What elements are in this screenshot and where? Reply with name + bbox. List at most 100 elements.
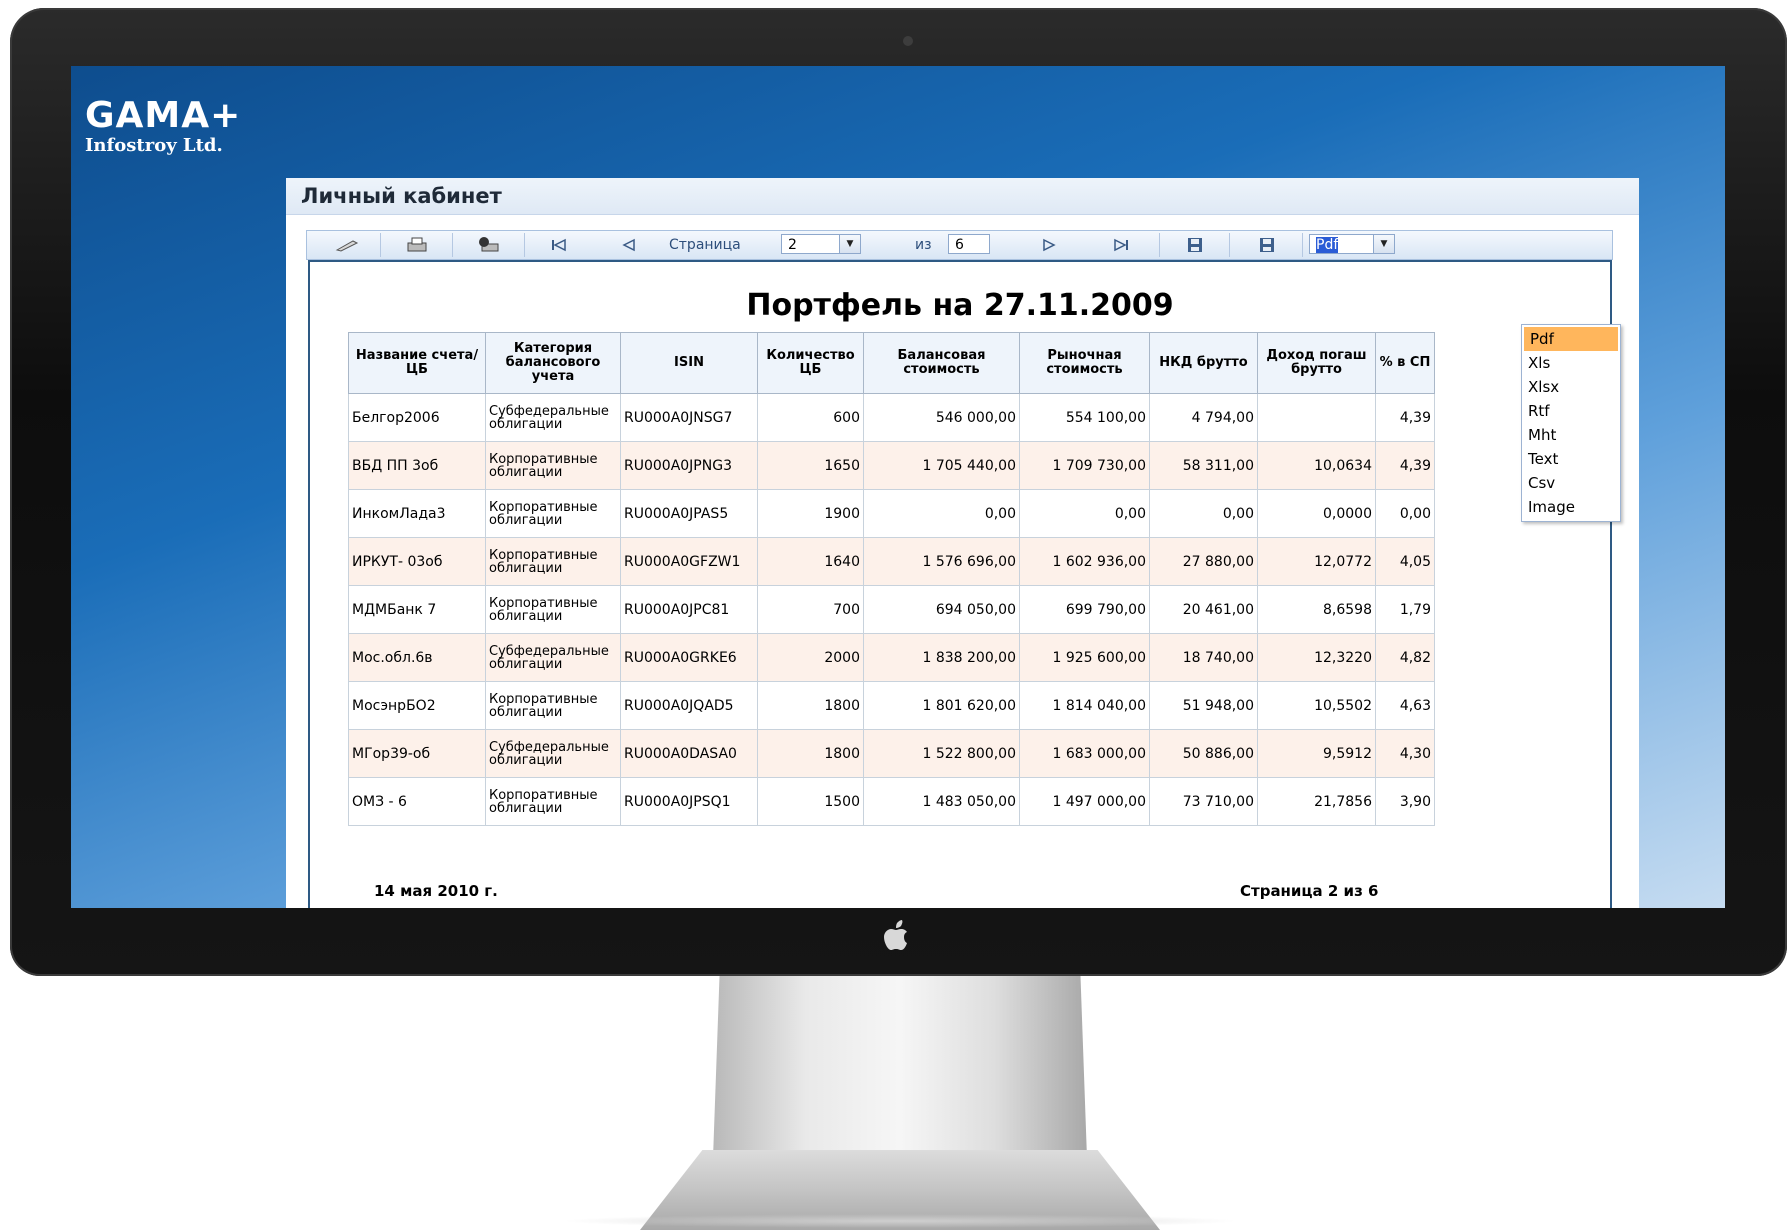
table-cell: 694 050,00 bbox=[863, 585, 1020, 634]
table-row: Белгор2006 Субфедеральные облигации RU000A… bbox=[348, 393, 1435, 442]
edit-icon bbox=[335, 240, 359, 252]
table-cell: 1 925 600,00 bbox=[1019, 633, 1150, 682]
format-option[interactable]: Pdf bbox=[1524, 327, 1618, 351]
table-cell: 4,82 bbox=[1375, 633, 1435, 682]
col-header: НКД брутто bbox=[1149, 332, 1258, 394]
table-cell: 20 461,00 bbox=[1149, 585, 1258, 634]
total-pages-field[interactable]: 6 bbox=[948, 234, 990, 254]
table-cell: 600 bbox=[757, 393, 864, 442]
table-cell: RU000A0DASA0 bbox=[620, 729, 758, 778]
col-header: Рыночная стоимость bbox=[1019, 332, 1150, 394]
table-cell: 2000 bbox=[757, 633, 864, 682]
table-cell: 1800 bbox=[757, 729, 864, 778]
table-cell: 0,00 bbox=[1149, 489, 1258, 538]
table-cell: 10,5502 bbox=[1257, 681, 1376, 730]
save-button[interactable] bbox=[1163, 231, 1227, 259]
table-cell: 4,05 bbox=[1375, 537, 1435, 586]
table-body: Белгор2006 Субфедеральные облигации RU000A… bbox=[348, 393, 1435, 826]
table-cell: Белгор2006 bbox=[348, 393, 486, 442]
table-header-row: Название счета/ЦБ Категория балансового … bbox=[348, 332, 1435, 394]
table-cell: 4,39 bbox=[1375, 393, 1435, 442]
table-cell: Субфедеральные облигации bbox=[485, 393, 621, 442]
table-cell: 1 522 800,00 bbox=[863, 729, 1020, 778]
table-cell: Корпоративные облигации bbox=[485, 537, 621, 586]
chevron-down-icon[interactable]: ▼ bbox=[839, 235, 860, 253]
edit-button[interactable] bbox=[317, 231, 377, 259]
next-page-button[interactable] bbox=[1019, 231, 1079, 259]
table-cell: 18 740,00 bbox=[1149, 633, 1258, 682]
col-header: Балансовая стоимость bbox=[863, 332, 1020, 394]
table-cell: 1 801 620,00 bbox=[863, 681, 1020, 730]
last-page-button[interactable] bbox=[1089, 231, 1153, 259]
format-option[interactable]: Image bbox=[1522, 495, 1620, 519]
table-cell: 1800 bbox=[757, 681, 864, 730]
print-icon bbox=[407, 237, 427, 252]
prev-page-button[interactable] bbox=[599, 231, 659, 259]
table-cell: RU000A0JNSG7 bbox=[620, 393, 758, 442]
table-cell: МДМБанк 7 bbox=[348, 585, 486, 634]
col-header: Название счета/ЦБ bbox=[348, 332, 486, 394]
brand-logo: GAMA+ Infostroy Ltd. bbox=[85, 96, 241, 156]
report-viewer: Портфель на 27.11.2009 Название счета/ЦБ… bbox=[308, 260, 1612, 908]
table-cell: 73 710,00 bbox=[1149, 777, 1258, 826]
page-select-value: 2 bbox=[788, 237, 797, 253]
format-option[interactable]: Mht bbox=[1522, 423, 1620, 447]
apple-logo-icon bbox=[884, 920, 907, 950]
table-cell: Корпоративные облигации bbox=[485, 585, 621, 634]
table-cell: 699 790,00 bbox=[1019, 585, 1150, 634]
brand-title: GAMA+ bbox=[85, 95, 242, 136]
table-row: ИРКУТ- 03об Корпоративные облигации RU000A… bbox=[348, 537, 1435, 586]
prev-page-icon bbox=[622, 238, 635, 252]
table-cell: Субфедеральные облигации bbox=[485, 729, 621, 778]
report-title: Портфель на 27.11.2009 bbox=[746, 288, 1174, 323]
table-cell: МосэнрБО2 bbox=[348, 681, 486, 730]
table-cell: ОМЗ - 6 bbox=[348, 777, 486, 826]
format-option[interactable]: Csv bbox=[1522, 471, 1620, 495]
table-cell: 4,63 bbox=[1375, 681, 1435, 730]
col-header: Количество ЦБ bbox=[757, 332, 864, 394]
table-row: Мос.обл.6в Субфедеральные облигации RU000A… bbox=[348, 633, 1435, 682]
table-cell: 1 497 000,00 bbox=[1019, 777, 1150, 826]
table-cell: 1 814 040,00 bbox=[1019, 681, 1150, 730]
table-cell: 12,3220 bbox=[1257, 633, 1376, 682]
brand-subtitle: Infostroy Ltd. bbox=[85, 135, 223, 156]
format-option[interactable]: Xlsx bbox=[1522, 375, 1620, 399]
table-cell: 1 602 936,00 bbox=[1019, 537, 1150, 586]
table-row: МГор39-об Субфедеральные облигации RU000A0… bbox=[348, 729, 1435, 778]
table-cell: 1900 bbox=[757, 489, 864, 538]
table-cell: 51 948,00 bbox=[1149, 681, 1258, 730]
format-option[interactable]: Rtf bbox=[1522, 399, 1620, 423]
table-cell: 0,0000 bbox=[1257, 489, 1376, 538]
format-select-value: Pdf bbox=[1316, 237, 1339, 253]
table-cell: 0,00 bbox=[863, 489, 1020, 538]
table-cell: RU000A0JPAS5 bbox=[620, 489, 758, 538]
table-cell: МГор39-об bbox=[348, 729, 486, 778]
export-icon bbox=[1260, 238, 1274, 252]
format-select[interactable]: Pdf ▼ bbox=[1309, 234, 1395, 254]
report-toolbar: Страница 2 ▼ из 6 Pdf ▼ bbox=[306, 230, 1613, 260]
table-row: МДМБанк 7 Корпоративные облигации RU000A0J… bbox=[348, 585, 1435, 634]
format-option[interactable]: Text bbox=[1522, 447, 1620, 471]
table-cell: 554 100,00 bbox=[1019, 393, 1150, 442]
col-header: ISIN bbox=[620, 332, 758, 394]
format-option[interactable]: Xls bbox=[1522, 351, 1620, 375]
table-cell: RU000A0JPC81 bbox=[620, 585, 758, 634]
table-cell: Субфедеральные облигации bbox=[485, 633, 621, 682]
table-row: ИнкомЛада3 Корпоративные облигации RU000A0… bbox=[348, 489, 1435, 538]
table-cell: 4 794,00 bbox=[1149, 393, 1258, 442]
last-page-icon bbox=[1114, 238, 1128, 252]
print-button[interactable] bbox=[385, 231, 449, 259]
export-button[interactable] bbox=[1235, 231, 1299, 259]
table-cell: 1 838 200,00 bbox=[863, 633, 1020, 682]
print-setup-button[interactable] bbox=[457, 231, 521, 259]
stand-shadow bbox=[560, 1214, 1240, 1228]
table-cell: 1,79 bbox=[1375, 585, 1435, 634]
chevron-down-icon[interactable]: ▼ bbox=[1373, 235, 1394, 253]
table-cell: 58 311,00 bbox=[1149, 441, 1258, 490]
panel-header: Личный кабинет bbox=[286, 178, 1639, 215]
page-select[interactable]: 2 ▼ bbox=[781, 234, 861, 254]
table-cell: 1 705 440,00 bbox=[863, 441, 1020, 490]
table-cell: 1 709 730,00 bbox=[1019, 441, 1150, 490]
first-page-button[interactable] bbox=[529, 231, 589, 259]
table-cell: ИнкомЛада3 bbox=[348, 489, 486, 538]
